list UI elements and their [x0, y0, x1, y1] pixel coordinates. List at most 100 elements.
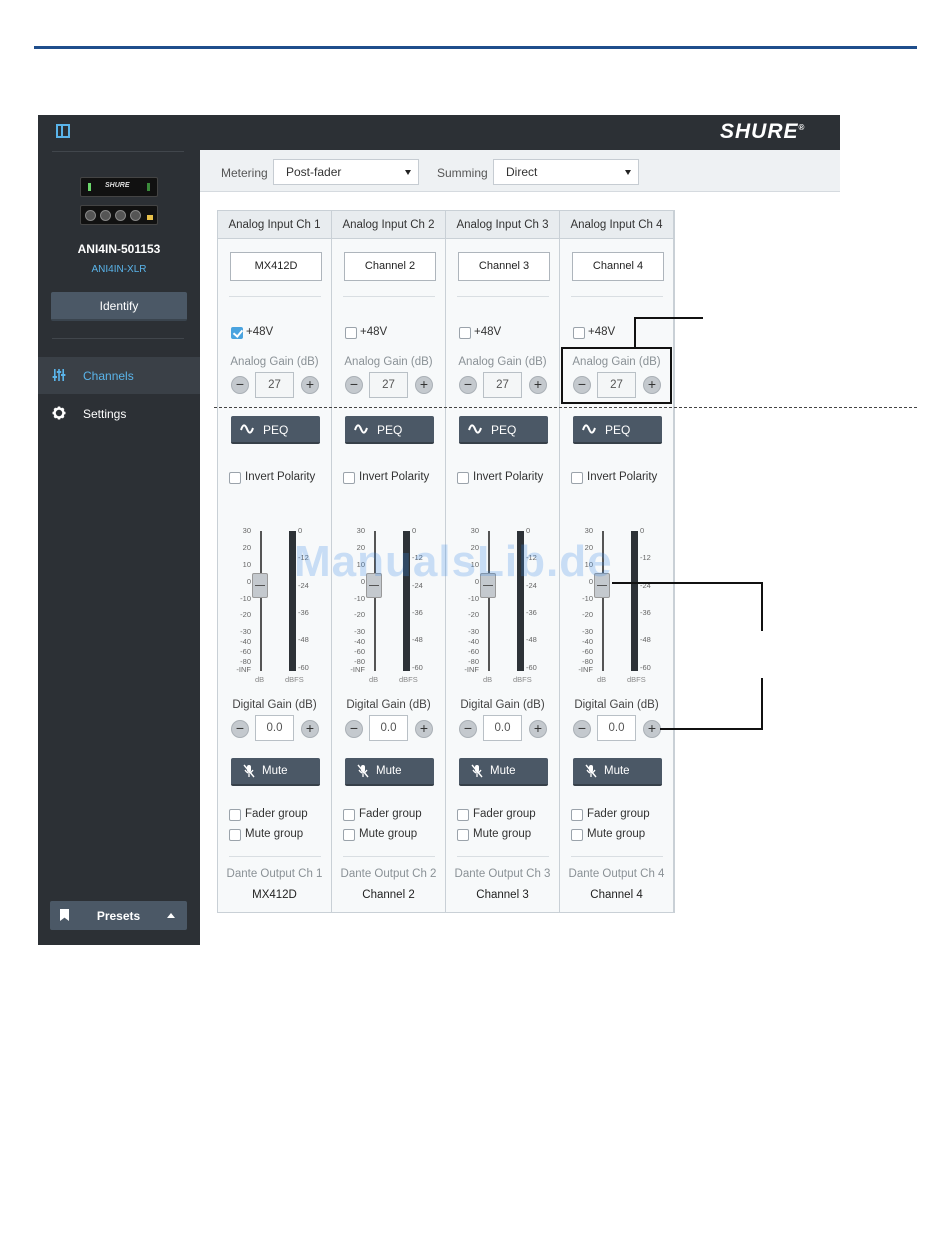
mute-button[interactable]: Mute [231, 758, 320, 786]
identify-button[interactable]: Identify [51, 292, 187, 321]
mute-button[interactable]: Mute [345, 758, 434, 786]
peq-button[interactable]: PEQ [573, 416, 662, 444]
analog-gain-label: Analog Gain (dB) [344, 356, 433, 368]
peq-button[interactable]: PEQ [459, 416, 548, 444]
nav-item-settings[interactable]: Settings [38, 395, 200, 432]
fader-scale-tick: -30 [240, 627, 251, 636]
phantom-power-checkbox[interactable] [231, 327, 243, 339]
analog-gain-decrease-button[interactable]: − [459, 376, 477, 394]
metering-value: Post-fader [286, 165, 342, 179]
channel-name-field[interactable]: MX412D [230, 252, 322, 281]
device-image: SHURE [80, 177, 158, 227]
analog-gain-increase-button[interactable]: + [415, 376, 433, 394]
summing-label: Summing [437, 166, 488, 180]
fader-scale-tick: -INF [350, 665, 365, 674]
panel-toggle-icon[interactable] [56, 124, 70, 138]
digital-gain-value[interactable]: 0.0 [369, 715, 408, 741]
fader-group-label: Fader group [245, 808, 308, 820]
phantom-power-checkbox[interactable] [459, 327, 471, 339]
caret-up-icon [167, 913, 175, 918]
eq-wave-icon [354, 424, 368, 434]
fader-group-checkbox[interactable] [229, 809, 241, 821]
fader-group-checkbox[interactable] [571, 809, 583, 821]
digital-gain-label: Digital Gain (dB) [460, 699, 545, 711]
mic-muted-icon [357, 764, 369, 778]
fader-group-checkbox[interactable] [343, 809, 355, 821]
fader-scale-tick: 0 [246, 577, 251, 586]
invert-polarity-checkbox[interactable] [343, 472, 355, 484]
fader-scale-tick: -20 [468, 610, 479, 619]
phantom-power-checkbox[interactable] [573, 327, 585, 339]
digital-gain-value[interactable]: 0.0 [483, 715, 522, 741]
analog-gain-decrease-button[interactable]: − [345, 376, 363, 394]
fader-scale-tick: -20 [354, 610, 365, 619]
analog-gain-decrease-button[interactable]: − [231, 376, 249, 394]
digital-gain-increase-button[interactable]: + [301, 720, 319, 738]
peq-button[interactable]: PEQ [231, 416, 320, 444]
meter-scale-tick: -60 [412, 663, 423, 672]
digital-gain-value[interactable]: 0.0 [597, 715, 636, 741]
mute-group-checkbox[interactable] [457, 829, 469, 841]
dante-output-name: Channel 3 [476, 889, 529, 901]
mic-muted-icon [243, 764, 255, 778]
meter-unit-label: dBFS [627, 675, 646, 684]
phantom-power-checkbox[interactable] [345, 327, 357, 339]
invert-polarity-checkbox[interactable] [457, 472, 469, 484]
mute-label: Mute [376, 765, 402, 777]
mute-button[interactable]: Mute [459, 758, 548, 786]
meter-scale-tick: 0 [298, 526, 303, 535]
summing-select[interactable]: Direct [493, 159, 639, 185]
analog-gain-value[interactable]: 27 [255, 372, 294, 398]
invert-polarity-checkbox[interactable] [571, 472, 583, 484]
presets-button[interactable]: Presets [50, 901, 187, 930]
digital-gain-increase-button[interactable]: + [529, 720, 547, 738]
mute-group-label: Mute group [473, 828, 532, 840]
channel-name-field[interactable]: Channel 4 [572, 252, 664, 281]
dropdown-arrow-icon [625, 170, 631, 175]
nav-item-channels[interactable]: Channels [38, 357, 200, 394]
digital-gain-increase-button[interactable]: + [643, 720, 661, 738]
divider [457, 296, 549, 297]
mute-group-checkbox[interactable] [571, 829, 583, 841]
meter-scale-tick: -60 [298, 663, 309, 672]
divider [229, 296, 321, 297]
dante-output-label: Dante Output Ch 4 [568, 868, 665, 880]
level-meter [631, 531, 638, 671]
channel-name-field[interactable]: Channel 2 [344, 252, 436, 281]
digital-gain-increase-button[interactable]: + [415, 720, 433, 738]
mic-muted-icon [471, 764, 483, 778]
meter-scale-tick: -36 [526, 608, 537, 617]
peq-label: PEQ [605, 423, 631, 437]
mute-button[interactable]: Mute [573, 758, 662, 786]
gear-icon [52, 406, 66, 420]
digital-gain-value[interactable]: 0.0 [255, 715, 294, 741]
shure-logo: SHURE® [720, 120, 806, 143]
callout-line [634, 318, 636, 348]
analog-gain-value[interactable]: 27 [369, 372, 408, 398]
page-top-rule [34, 46, 917, 49]
invert-polarity-label: Invert Polarity [473, 471, 544, 483]
metering-select[interactable]: Post-fader [273, 159, 419, 185]
digital-gain-decrease-button[interactable]: − [459, 720, 477, 738]
digital-gain-decrease-button[interactable]: − [345, 720, 363, 738]
invert-polarity-checkbox[interactable] [229, 472, 241, 484]
fader-group-checkbox[interactable] [457, 809, 469, 821]
fader-scale-tick: -10 [354, 594, 365, 603]
mute-group-checkbox[interactable] [343, 829, 355, 841]
channel-name-field[interactable]: Channel 3 [458, 252, 550, 281]
nav-item-label: Channels [83, 369, 134, 383]
mute-group-checkbox[interactable] [229, 829, 241, 841]
fader-unit-label: dB [255, 675, 265, 684]
callout-line [612, 582, 763, 584]
digital-gain-decrease-button[interactable]: − [231, 720, 249, 738]
eq-wave-icon [582, 424, 596, 434]
analog-gain-increase-button[interactable]: + [529, 376, 547, 394]
dante-output-label: Dante Output Ch 1 [226, 868, 323, 880]
peq-button[interactable]: PEQ [345, 416, 434, 444]
analog-gain-increase-button[interactable]: + [301, 376, 319, 394]
invert-polarity-label: Invert Polarity [359, 471, 430, 483]
digital-gain-decrease-button[interactable]: − [573, 720, 591, 738]
fader-handle[interactable] [252, 573, 268, 598]
channel-header: Analog Input Ch 4 [560, 211, 673, 239]
analog-gain-value[interactable]: 27 [483, 372, 522, 398]
